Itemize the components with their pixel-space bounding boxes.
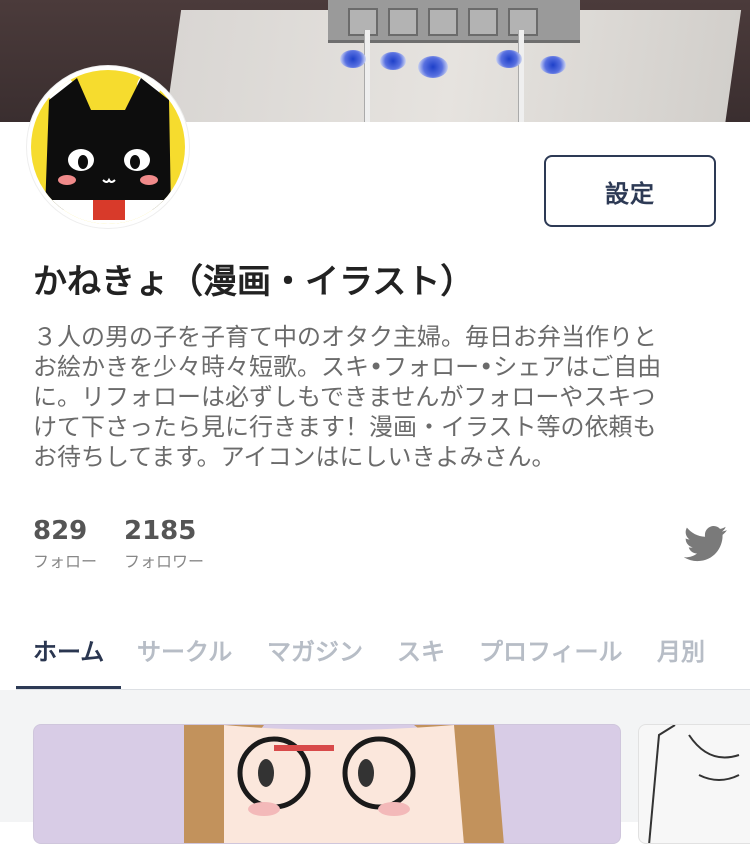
tab-profile[interactable]: プロフィール [479,632,623,667]
bio-line: お待ちしてます。アイコンはにしいきよみさん。 [33,443,556,471]
feed [0,690,750,844]
tab-magazine[interactable]: マガジン [267,632,363,667]
following-stat[interactable]: 829 フォロー [33,516,97,572]
profile-bio: ３人の男の子を子育て中のオタク主婦。毎日お弁当作りと お絵かきを少々時々短歌。ス… [33,322,723,472]
card-illustration [184,725,504,843]
followers-label: フォロワー [124,552,205,571]
article-card[interactable] [33,724,621,844]
bio-line: けて下さったら見に行きます！漫画・イラスト等の依頼も [33,413,657,441]
following-label: フォロー [33,552,98,571]
card-illustration [648,725,740,843]
following-count: 829 [33,516,88,546]
profile-tabs: ホーム サークル マガジン スキ プロフィール 月別 [16,620,750,690]
profile-name: かねきょ（漫画・イラスト） [33,262,475,302]
twitter-icon[interactable] [684,526,728,562]
article-card[interactable] [638,724,750,844]
tab-monthly[interactable]: 月別 [657,632,705,667]
tab-circle[interactable]: サークル [137,632,232,667]
bio-line: お絵かきを少々時々短歌。スキ•フォロー•シェアはご自由 [33,353,662,381]
followers-count: 2185 [124,516,197,546]
black-cat-icon [31,70,185,224]
settings-button[interactable]: 設定 [544,155,716,227]
avatar[interactable] [27,66,189,228]
bio-line: ３人の男の子を子育て中のオタク主婦。毎日お弁当作りと [33,323,657,351]
tab-likes[interactable]: スキ [397,632,445,667]
followers-stat[interactable]: 2185 フォロワー [124,516,204,572]
bio-line: に。リフォローは必ずしもできませんがフォローやスキつ [33,383,656,411]
tab-home[interactable]: ホーム [33,632,104,667]
